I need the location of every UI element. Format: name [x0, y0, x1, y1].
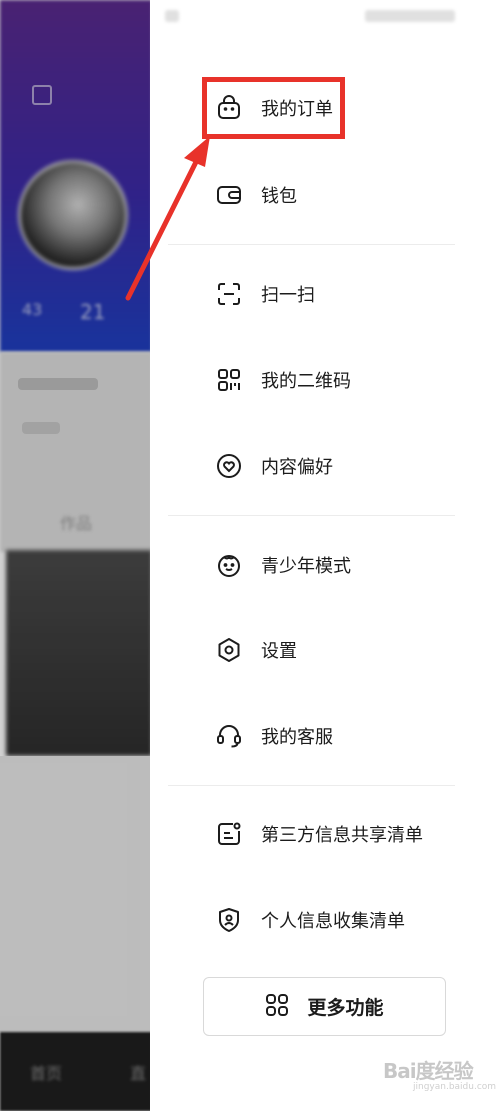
watermark-sub: jingyan.baidu.com	[413, 1082, 497, 1092]
menu-item-label: 设置	[261, 641, 297, 662]
highlight-box	[202, 77, 345, 139]
more-functions-label: 更多功能	[307, 997, 384, 1019]
menu-item-wallet[interactable]: 钱包	[205, 167, 485, 223]
headset-icon	[215, 722, 243, 750]
child-face-icon	[215, 551, 243, 579]
watermark-logo: Bai度经验 jingyan.baidu.com	[383, 1055, 497, 1105]
menu-item-content-preference[interactable]: 内容偏好	[205, 438, 485, 494]
settings-hexagon-icon	[215, 636, 243, 664]
info-share-list-icon	[215, 820, 243, 848]
menu-item-label: 青少年模式	[261, 556, 351, 577]
divider	[168, 244, 455, 245]
menu-item-label: 内容偏好	[261, 457, 333, 478]
more-functions-button[interactable]: 更多功能	[203, 977, 446, 1036]
status-bar	[165, 8, 455, 28]
background-profile-page: 43 21 作品 首页 直	[0, 0, 152, 1111]
menu-item-scan[interactable]: 扫一扫	[205, 266, 485, 322]
personal-info-shield-icon	[215, 906, 243, 934]
menu-item-label: 我的二维码	[261, 371, 351, 392]
menu-item-personal-info-list[interactable]: 个人信息收集清单	[205, 892, 485, 948]
wallet-icon	[215, 181, 243, 209]
divider	[168, 785, 455, 786]
menu-item-label: 扫一扫	[261, 285, 315, 306]
menu-item-teen-mode[interactable]: 青少年模式	[205, 537, 485, 593]
menu-item-label: 个人信息收集清单	[261, 911, 405, 932]
watermark-main: Bai度经验	[383, 1059, 474, 1083]
menu-item-label: 我的客服	[261, 727, 333, 748]
menu-item-customer-service[interactable]: 我的客服	[205, 708, 485, 764]
menu-item-my-qr-code[interactable]: 我的二维码	[205, 352, 485, 408]
qr-code-icon	[215, 366, 243, 394]
menu-item-label: 钱包	[261, 186, 297, 207]
menu-item-third-party-sharing-list[interactable]: 第三方信息共享清单	[205, 806, 485, 862]
menu-item-label: 第三方信息共享清单	[261, 825, 423, 846]
menu-item-settings[interactable]: 设置	[205, 622, 485, 678]
grid-icon	[265, 993, 289, 1021]
overlay-shade[interactable]	[0, 0, 152, 1111]
scan-icon	[215, 280, 243, 308]
heart-icon	[215, 452, 243, 480]
divider	[168, 515, 455, 516]
